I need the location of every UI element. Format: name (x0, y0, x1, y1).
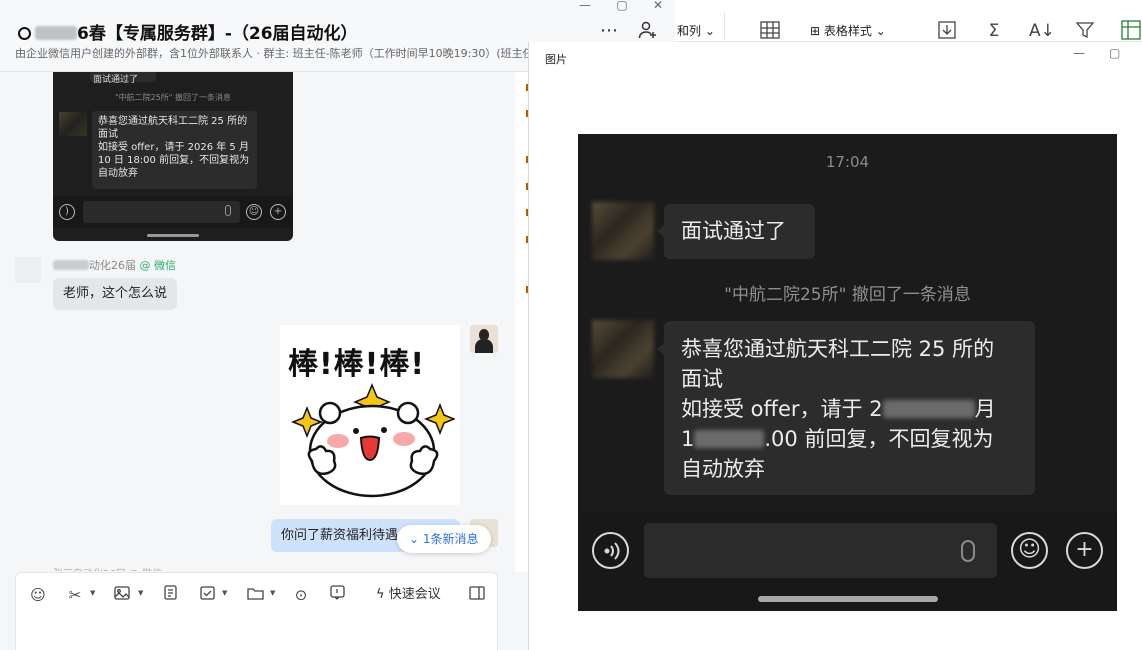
fill-down-icon[interactable] (936, 20, 958, 42)
chevron-down-icon[interactable]: ▼ (90, 589, 95, 597)
offer-message-bubble: 恭喜您通过航天科工二院 25 所的 面试 如接受 offer，请于 2月 1.0… (664, 321, 1035, 495)
sticker-text: 棒!棒!棒! (288, 347, 426, 382)
message-line: 1.00 前回复，不回复视为 (681, 427, 994, 451)
avatar (592, 202, 654, 260)
chat-title-text: 6春【专属服务群】-（26届自动化） (77, 24, 358, 44)
message-line: 自动放弃 (681, 457, 765, 481)
plus-icon: + (270, 204, 286, 220)
scissors-icon[interactable]: ✂ (65, 585, 85, 605)
message-line: 面试 (681, 367, 723, 391)
folder-icon[interactable] (245, 585, 265, 605)
close-icon[interactable]: ✕ (648, 0, 668, 12)
lightning-icon: ϟ (376, 587, 385, 602)
emoji-icon: ☺ (1011, 532, 1048, 569)
chevron-down-icon[interactable]: ▼ (222, 589, 227, 597)
emoji-icon[interactable]: ☺ (28, 585, 48, 605)
add-member-icon[interactable] (637, 20, 659, 42)
message-line: 恭喜您通过航天科工二院 25 所的 (681, 337, 995, 361)
mini-bubble: 面试通过了 (90, 72, 156, 85)
mini-line: 恭喜您通过航天科工二院 25 所的 (98, 116, 248, 127)
table-style-icon: ⊞ (810, 24, 821, 38)
chat-subtitle: 由企业微信用户创建的外部群，含1位外部联系人 · 群主: 班主任-陈老师（工作时… (15, 47, 530, 60)
message-bubble: 面试通过了 (664, 204, 815, 259)
more-circle-icon[interactable]: ⊙ (291, 585, 311, 605)
new-message-badge[interactable]: ⌄ 1条新消息 (397, 525, 491, 553)
document-icon[interactable] (160, 585, 180, 605)
group-status-icon (18, 27, 31, 40)
mini-line: 面试 (98, 129, 118, 140)
mini-avatar (59, 112, 87, 136)
message-input-area[interactable]: ☺ ✂ ▼ ▼ ▼ ▼ ⊙ ϟ 快速会议 (15, 572, 498, 650)
sender-source: @ 微信 (139, 259, 177, 272)
filter-icon[interactable] (1074, 20, 1096, 42)
freeze-panes-icon[interactable] (1120, 20, 1142, 42)
maximize-icon[interactable]: ▢ (612, 0, 632, 12)
mini-message-bubble: 恭喜您通过航天科工二院 25 所的 面试 如接受 offer，请于 2026 年… (92, 111, 257, 189)
image-icon[interactable] (112, 585, 132, 605)
plus-icon: + (1066, 532, 1103, 569)
chevron-down-icon: ⌄ (409, 532, 420, 546)
chat-window: 6春【专属服务群】-（26届自动化） 由企业微信用户创建的外部群，含1位外部联系… (0, 0, 675, 650)
sender-name-text: 动化26届 (89, 259, 136, 272)
sticker-message[interactable]: 棒!棒!棒! (280, 325, 460, 505)
chat-record-icon[interactable] (327, 585, 347, 605)
mini-input-field (83, 201, 240, 223)
mic-icon (961, 540, 975, 562)
sticker-bear-image (290, 383, 455, 498)
sort-icon[interactable]: A↓ (1029, 20, 1055, 42)
home-indicator (147, 234, 199, 237)
mic-icon (225, 205, 231, 216)
quick-meeting-label: 快速会议 (388, 587, 441, 602)
redacted-text (35, 26, 77, 40)
mini-input-bar: ) ☺ + (53, 196, 293, 228)
new-message-label: 1条新消息 (422, 532, 479, 546)
chat-screenshot-image: 17:04 面试通过了 "中航二院25所" 撤回了一条消息 恭喜您通过航天科工二… (578, 134, 1117, 611)
redacted-text (882, 400, 975, 418)
sidebar-toggle-icon[interactable] (467, 585, 487, 605)
mini-line: 自动放弃 (98, 168, 138, 179)
chevron-down-icon[interactable]: ▼ (138, 589, 143, 597)
voice-icon: ) (59, 204, 75, 220)
redacted-text (53, 260, 89, 270)
home-indicator (758, 596, 938, 602)
more-icon[interactable]: ⋯ (598, 20, 620, 42)
message-time: 17:04 (825, 153, 870, 171)
column-menu[interactable]: 和列 ⌄ (677, 22, 715, 39)
maximize-icon[interactable]: ▢ (1109, 46, 1120, 60)
sender-name: 动化26届 @ 微信 (53, 257, 176, 273)
sum-icon[interactable]: Σ (983, 20, 1005, 42)
phone-input-field (644, 523, 997, 578)
minimize-icon[interactable]: — (1073, 46, 1085, 60)
avatar[interactable] (15, 257, 41, 283)
next-sender-name: 张三自动化26届 @ 微信 (53, 565, 162, 571)
emoji-icon: ☺ (246, 204, 262, 220)
redacted-text (694, 430, 765, 448)
background-document-strip (515, 72, 528, 572)
viewer-title: 图片 (545, 53, 567, 66)
schedule-icon[interactable] (197, 585, 217, 605)
voice-icon (592, 532, 629, 569)
mini-line: 如接受 offer，请于 2026 年 5 月 (98, 142, 249, 153)
table-icon[interactable] (759, 20, 781, 42)
table-style-menu[interactable]: ⊞ 表格样式 ⌄ (810, 22, 886, 39)
self-avatar[interactable] (470, 325, 498, 353)
toolbar-divider (724, 12, 725, 40)
mini-line: 10 日 18:00 前回复，不回复视为 (98, 155, 250, 166)
chevron-down-icon[interactable]: ▼ (270, 589, 275, 597)
mini-recall-notice: "中航二院25所" 撤回了一条消息 (114, 93, 232, 102)
minimize-icon[interactable]: — (575, 0, 595, 12)
spreadsheet-toolbar: 和列 ⌄ ⊞ 表格样式 ⌄ Σ A↓ (675, 0, 1142, 42)
message-line: 如接受 offer，请于 2月 (681, 397, 996, 421)
image-message[interactable]: 面试通过了 "中航二院25所" 撤回了一条消息 恭喜您通过航天科工二院 25 所… (53, 72, 293, 241)
incoming-message[interactable]: 老师，这个怎么说 (53, 278, 178, 310)
chat-title: 6春【专属服务群】-（26届自动化） (18, 19, 358, 44)
recall-notice: "中航二院25所" 撤回了一条消息 (724, 285, 971, 305)
quick-meeting-button[interactable]: ϟ 快速会议 (376, 585, 441, 605)
avatar (592, 320, 654, 378)
